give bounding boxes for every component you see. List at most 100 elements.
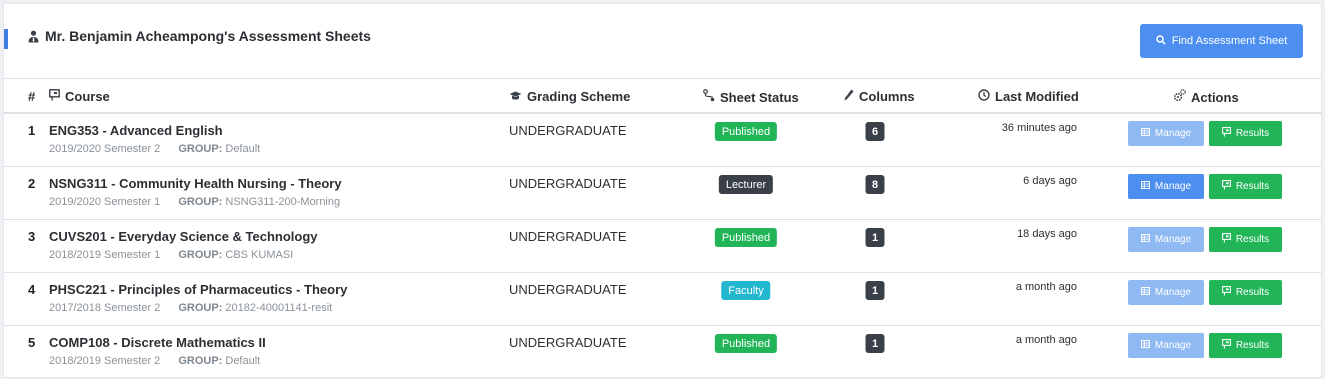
semester: 2018/2019 Semester 2 xyxy=(49,355,161,367)
table-row: 3 CUVS201 - Everyday Science & Technology… xyxy=(4,220,1321,273)
results-label: Results xyxy=(1235,340,1270,351)
table-row: 1 ENG353 - Advanced English 2019/2020 Seme… xyxy=(4,114,1321,167)
semester: 2019/2020 Semester 2 xyxy=(49,143,161,155)
results-label: Results xyxy=(1235,128,1270,139)
table-row: 4 PHSC221 - Principles of Pharmaceutics -… xyxy=(4,273,1321,326)
semester: 2018/2019 Semester 1 xyxy=(49,249,161,261)
chalkboard-icon xyxy=(1221,286,1231,299)
group-label: GROUP: xyxy=(178,249,223,261)
route-icon xyxy=(703,89,715,105)
results-button[interactable]: Results xyxy=(1209,121,1282,146)
page-title-text: Mr. Benjamin Acheampong's Assessment She… xyxy=(45,28,371,44)
column-header-actions: Actions xyxy=(1173,89,1239,105)
column-columns-label: Columns xyxy=(859,89,915,104)
group-value: Default xyxy=(225,355,261,367)
last-modified: 18 days ago xyxy=(1017,228,1077,240)
course-name: COMP108 - Discrete Mathematics II xyxy=(49,335,266,350)
status-badge: Published xyxy=(714,228,778,247)
results-button[interactable]: Results xyxy=(1209,280,1282,305)
course-meta: 2019/2020 Semester 2 GROUP: Default xyxy=(49,143,260,155)
chalkboard-icon xyxy=(49,89,60,104)
status-badge: Published xyxy=(714,122,778,141)
status-badge: Lecturer xyxy=(718,175,774,194)
grading-scheme: UNDERGRADUATE xyxy=(509,176,627,191)
grading-scheme: UNDERGRADUATE xyxy=(509,282,627,297)
last-modified: a month ago xyxy=(1015,334,1077,346)
columns-count-badge: 1 xyxy=(865,228,885,247)
column-header-course[interactable]: Course xyxy=(49,89,110,104)
chalkboard-icon xyxy=(1221,127,1231,140)
user-tie-icon xyxy=(28,30,39,43)
manage-label: Manage xyxy=(1154,128,1192,139)
column-header-sheet-status[interactable]: Sheet Status xyxy=(703,89,799,105)
grading-scheme: UNDERGRADUATE xyxy=(509,229,627,244)
group-value: NSNG311-200-Morning xyxy=(225,196,341,208)
pencil-icon xyxy=(844,89,854,104)
table-body: 1 ENG353 - Advanced English 2019/2020 Seme… xyxy=(4,114,1321,379)
graduation-cap-icon xyxy=(509,89,522,104)
status-badge: Faculty xyxy=(721,281,771,300)
column-header-index: # xyxy=(28,89,35,104)
column-course-label: Course xyxy=(65,89,110,104)
table-icon xyxy=(1140,128,1150,139)
results-button[interactable]: Results xyxy=(1209,333,1282,358)
column-header-columns[interactable]: Columns xyxy=(844,89,915,104)
last-modified: a month ago xyxy=(1015,281,1077,293)
row-index: 5 xyxy=(28,335,36,350)
table-header: # Course Grading Scheme Sheet Status Col… xyxy=(4,79,1321,114)
group-label: GROUP: xyxy=(178,355,223,367)
course-meta: 2017/2018 Semester 2 GROUP: 20182-4000114… xyxy=(49,302,332,314)
results-label: Results xyxy=(1235,287,1270,298)
course-name: ENG353 - Advanced English xyxy=(49,123,223,138)
results-button[interactable]: Results xyxy=(1209,227,1282,252)
column-header-last-modified[interactable]: Last Modified xyxy=(978,89,1079,104)
grading-scheme: UNDERGRADUATE xyxy=(509,123,627,138)
column-actions-label: Actions xyxy=(1191,89,1239,105)
table-icon xyxy=(1140,287,1150,298)
column-index-label: # xyxy=(28,89,36,104)
manage-button[interactable]: Manage xyxy=(1128,174,1204,199)
group-value: 20182-40001141-resit xyxy=(225,302,333,314)
last-modified: 36 minutes ago xyxy=(1001,122,1077,134)
table-icon xyxy=(1140,234,1150,245)
status-badge: Published xyxy=(714,334,778,353)
table-row: 2 NSNG311 - Community Health Nursing - Th… xyxy=(4,167,1321,220)
chalkboard-icon xyxy=(1221,180,1231,193)
columns-count-badge: 1 xyxy=(865,281,885,300)
manage-button[interactable]: Manage xyxy=(1128,121,1204,146)
column-header-grading-scheme[interactable]: Grading Scheme xyxy=(509,89,630,104)
course-name: PHSC221 - Principles of Pharmaceutics - … xyxy=(49,282,348,297)
table-row: 5 COMP108 - Discrete Mathematics II 2018/2… xyxy=(4,326,1321,379)
results-button[interactable]: Results xyxy=(1209,174,1282,199)
column-last-modified-label: Last Modified xyxy=(995,89,1079,104)
manage-button[interactable]: Manage xyxy=(1128,227,1204,252)
manage-label: Manage xyxy=(1154,287,1192,298)
manage-label: Manage xyxy=(1154,340,1192,351)
columns-count-badge: 1 xyxy=(865,334,885,353)
accent-bar xyxy=(4,29,8,49)
search-icon xyxy=(1155,34,1166,48)
column-grading-scheme-label: Grading Scheme xyxy=(527,89,631,104)
find-assessment-sheet-button[interactable]: Find Assessment Sheet xyxy=(1140,24,1303,58)
manage-button[interactable]: Manage xyxy=(1128,333,1204,358)
chalkboard-icon xyxy=(1221,233,1231,246)
manage-button[interactable]: Manage xyxy=(1128,280,1204,305)
row-index: 3 xyxy=(28,229,36,244)
group-label: GROUP: xyxy=(178,302,223,314)
columns-count-badge: 8 xyxy=(865,175,885,194)
semester: 2019/2020 Semester 1 xyxy=(49,196,161,208)
course-meta: 2019/2020 Semester 1 GROUP: NSNG311-200-M… xyxy=(49,196,340,208)
manage-label: Manage xyxy=(1154,181,1192,192)
group-value: CBS KUMASI xyxy=(225,249,294,261)
grading-scheme: UNDERGRADUATE xyxy=(509,335,627,350)
semester: 2017/2018 Semester 2 xyxy=(49,302,161,314)
row-index: 2 xyxy=(28,176,36,191)
assessment-sheets-card: Mr. Benjamin Acheampong's Assessment She… xyxy=(3,3,1322,378)
results-label: Results xyxy=(1235,234,1270,245)
table-icon xyxy=(1140,181,1150,192)
clock-icon xyxy=(978,89,990,104)
table-icon xyxy=(1140,340,1150,351)
course-name: CUVS201 - Everyday Science & Technology xyxy=(49,229,318,244)
results-label: Results xyxy=(1235,181,1270,192)
manage-label: Manage xyxy=(1154,234,1192,245)
